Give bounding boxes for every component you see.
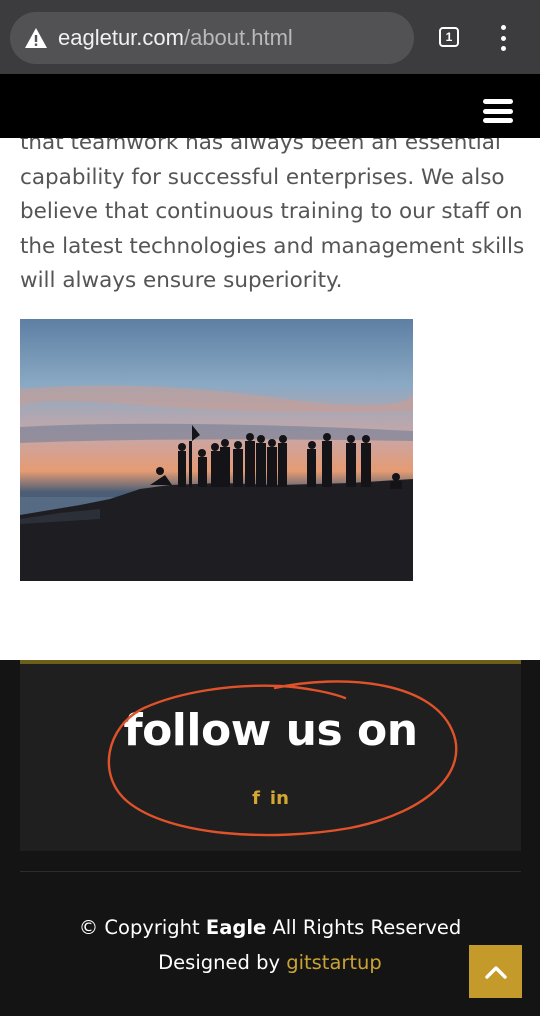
team-sunset-image [20, 319, 413, 581]
designed-by-text: Designed by gitstartup [0, 951, 540, 974]
hamburger-menu-icon[interactable] [483, 99, 513, 123]
back-to-top-button[interactable] [469, 945, 522, 998]
footer: follow us on f in © Copyright Eagle All R… [0, 660, 540, 1016]
copyright-text: © Copyright Eagle All Rights Reserved [0, 916, 540, 939]
about-line: believe that continuous training to our … [20, 199, 523, 224]
kebab-menu-icon[interactable] [492, 25, 514, 51]
about-paragraph: that teamwork has always been an essenti… [20, 126, 530, 299]
chevron-up-icon [484, 965, 507, 979]
designed-by-prefix: Designed by [158, 951, 287, 974]
url-domain: eagletur.com [58, 25, 184, 50]
site-navbar [0, 74, 540, 138]
url-path: /about.html [183, 25, 293, 50]
facebook-icon[interactable]: f [252, 788, 260, 809]
warning-triangle-icon[interactable] [24, 27, 48, 49]
address-bar[interactable]: eagletur.com/about.html [10, 12, 414, 64]
gitstartup-link[interactable]: gitstartup [286, 951, 382, 974]
about-line: will always ensure superiority. [20, 268, 343, 293]
copyright-brand: Eagle [205, 916, 267, 939]
tab-switcher-button[interactable]: 1 [439, 27, 459, 47]
url-text: eagletur.com/about.html [58, 25, 293, 51]
social-links: f in [20, 788, 521, 809]
copyright-suffix: All Rights Reserved [266, 916, 462, 939]
copyright-prefix: © Copyright [78, 916, 206, 939]
linkedin-icon[interactable]: in [270, 788, 289, 809]
follow-us-title: follow us on [123, 705, 418, 756]
about-line: the latest technologies and management s… [20, 233, 525, 259]
about-line: capability for successful enterprises. W… [20, 164, 505, 190]
follow-us-section: follow us on f in [20, 660, 521, 851]
browser-toolbar: eagletur.com/about.html 1 [0, 0, 540, 74]
footer-divider [20, 871, 521, 872]
